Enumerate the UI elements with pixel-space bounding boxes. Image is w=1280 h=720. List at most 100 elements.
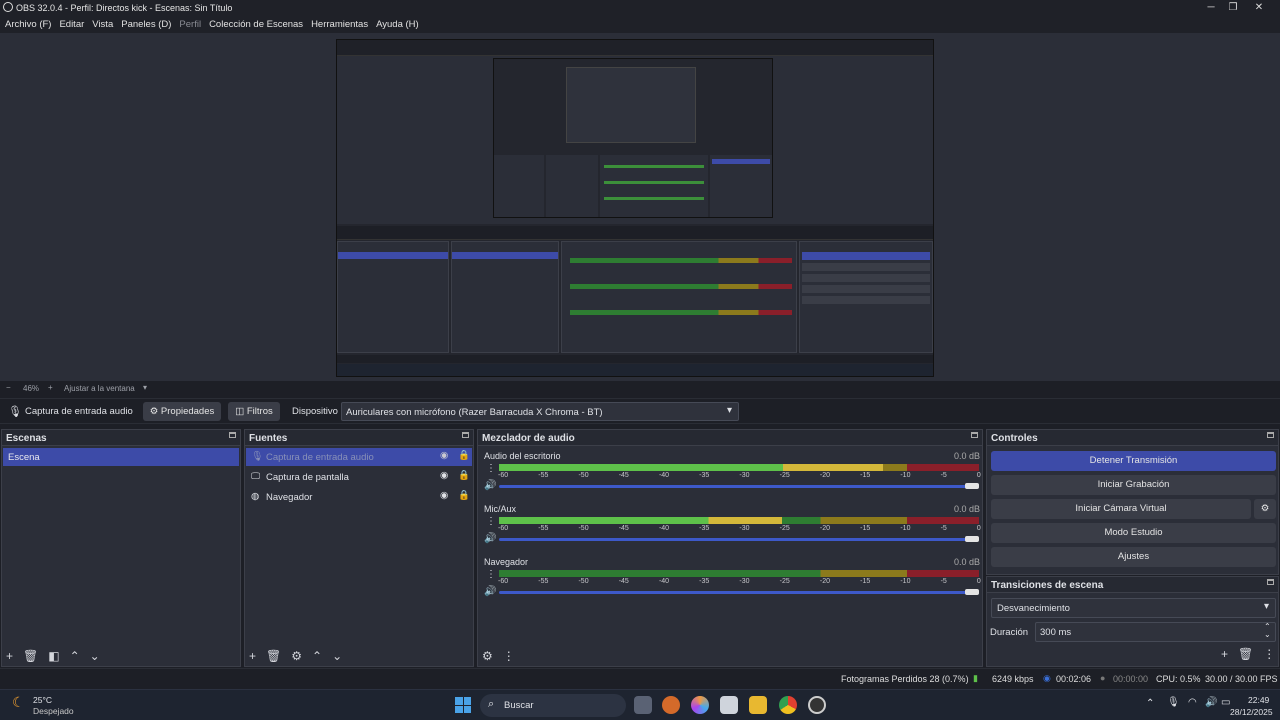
float-icon[interactable] (1267, 432, 1274, 438)
trash-icon[interactable]: 🗑 (266, 649, 281, 663)
kebab-icon[interactable]: ⋮ (486, 463, 496, 474)
app-icon[interactable] (691, 696, 709, 714)
record-time: 00:00:00 (1113, 674, 1149, 684)
speaker-icon[interactable]: 🔊 (484, 480, 496, 491)
channel-name: Mic/Aux (484, 504, 517, 514)
chevron-down-icon[interactable]: ⌄ (1264, 630, 1271, 639)
properties-button[interactable]: ⚙ Propiedades (143, 402, 221, 421)
plus-icon[interactable]: + (1221, 647, 1228, 661)
wifi-icon[interactable]: ◠ (1188, 697, 1197, 708)
source-item[interactable]: ◍ Navegador ◉ 🔒 (246, 488, 472, 506)
menu-paneles[interactable]: Paneles (D) (121, 19, 171, 30)
fps: 30.00 / 30.00 FPS (1205, 674, 1278, 684)
volume-slider[interactable] (499, 483, 979, 489)
volume-slider-handle[interactable] (965, 483, 979, 489)
device-select[interactable]: Auriculares con micrófono (Razer Barracu… (341, 402, 739, 421)
maximize-icon[interactable]: ❐ (1222, 1, 1244, 15)
lock-icon[interactable]: 🔒 (458, 470, 470, 481)
chevron-up-icon[interactable]: ⌃ (1146, 698, 1154, 709)
float-icon[interactable] (1267, 579, 1274, 585)
mirror-meter (604, 181, 704, 184)
stop-stream-button[interactable]: Detener Transmisión (991, 451, 1276, 471)
menu-archivo[interactable]: Archivo (F) (5, 19, 51, 30)
float-icon[interactable] (229, 432, 236, 438)
mirror-inner-preview (566, 67, 696, 143)
scene-item[interactable]: Escena (3, 448, 239, 466)
chrome-icon[interactable] (779, 696, 797, 714)
menu-editar[interactable]: Editar (59, 19, 84, 30)
preview-canvas[interactable] (336, 39, 934, 377)
app-icon[interactable] (662, 696, 680, 714)
volume-slider-handle[interactable] (965, 536, 979, 542)
chevron-up-icon[interactable]: ⌃ (312, 649, 322, 663)
search-box[interactable]: ⌕ Buscar (480, 694, 626, 717)
obs-icon[interactable] (808, 696, 826, 714)
trash-icon[interactable]: 🗑 (23, 649, 38, 663)
tick-label: -50 (578, 525, 589, 532)
plus-icon[interactable]: + (6, 649, 13, 663)
eye-icon[interactable]: ◉ (440, 490, 448, 501)
channel-db: 0.0 dB (954, 504, 981, 514)
transition-select[interactable]: Desvanecimiento ▾ (991, 598, 1276, 618)
lock-icon[interactable]: 🔒 (458, 450, 470, 461)
duration-spinbox[interactable]: 300 ms ⌃ ⌄ (1035, 622, 1276, 642)
gear-icon[interactable]: ⚙ (482, 649, 493, 663)
settings-button[interactable]: Ajustes (991, 547, 1276, 567)
start-virtual-camera-button[interactable]: Iniciar Cámara Virtual (991, 499, 1251, 519)
menu-perfil[interactable]: Perfil (179, 19, 201, 30)
mirror-sources (451, 241, 559, 353)
windows-start-icon[interactable] (455, 697, 471, 713)
kebab-icon[interactable]: ⋮ (503, 649, 515, 663)
float-icon[interactable] (462, 432, 469, 438)
chevron-down-icon[interactable]: ⌄ (332, 649, 342, 663)
microphone-icon[interactable]: 🎙 (1167, 697, 1180, 708)
chevron-up-icon[interactable]: ⌃ (70, 649, 80, 663)
volume-slider[interactable] (499, 589, 979, 595)
start-recording-button[interactable]: Iniciar Grabación (991, 475, 1276, 495)
weather-text: Despejado (33, 706, 74, 716)
minimize-icon[interactable]: ─ (1200, 1, 1222, 15)
kebab-icon[interactable]: ⋮ (1263, 647, 1275, 661)
gear-icon[interactable]: ⚙ (1254, 499, 1276, 519)
trash-icon[interactable]: 🗑 (1238, 647, 1253, 661)
zoom-out-button[interactable]: − (6, 383, 11, 392)
speaker-icon[interactable]: 🔊 (484, 533, 496, 544)
menu-vista[interactable]: Vista (92, 19, 113, 30)
task-view-icon[interactable] (634, 696, 652, 714)
folder-icon[interactable] (749, 696, 767, 714)
chevron-down-icon[interactable]: ▾ (143, 383, 147, 392)
source-item[interactable]: 🎙 Captura de entrada audio ◉ 🔒 (246, 448, 472, 466)
transitions-dock: Transiciones de escena Desvanecimiento ▾… (986, 576, 1279, 667)
volume-slider-handle[interactable] (965, 589, 979, 595)
eye-icon[interactable]: ◉ (440, 450, 448, 461)
gear-icon[interactable]: ⚙ (291, 649, 302, 663)
scenes-header: Escenas (2, 430, 240, 446)
close-icon[interactable]: ✕ (1248, 1, 1270, 15)
clock-time: 22:49 (1248, 695, 1270, 705)
store-icon[interactable] (720, 696, 738, 714)
float-icon[interactable] (971, 432, 978, 438)
filters-button[interactable]: ◫ Filtros (228, 402, 280, 421)
eye-icon[interactable]: ◉ (440, 470, 448, 481)
lock-icon[interactable]: 🔒 (458, 490, 470, 501)
tick-label: 0 (976, 525, 981, 532)
zoom-in-button[interactable]: + (48, 383, 53, 392)
meter-ticks: -60 -55 -50 -45 -40 -35 -30 -25 -20 -15 -10 -5 0 (498, 525, 981, 532)
filter-icon[interactable]: ◧ (48, 649, 59, 663)
volume-slider[interactable] (499, 536, 979, 542)
zoom-fit-option[interactable]: Ajustar a la ventana (64, 384, 135, 393)
studio-mode-button[interactable]: Modo Estudio (991, 523, 1276, 543)
kebab-icon[interactable]: ⋮ (486, 569, 496, 580)
source-item[interactable]: 🖵 Captura de pantalla ◉ 🔒 (246, 468, 472, 486)
menu-ayuda[interactable]: Ayuda (H) (376, 19, 419, 30)
kebab-icon[interactable]: ⋮ (486, 516, 496, 527)
speaker-icon[interactable]: 🔊 (484, 586, 496, 597)
speaker-icon[interactable]: 🔊 (1205, 697, 1217, 708)
tick-label: -20 (819, 578, 830, 585)
menu-herramientas[interactable]: Herramientas (311, 19, 368, 30)
plus-icon[interactable]: + (249, 649, 256, 663)
chevron-down-icon[interactable]: ⌄ (90, 649, 100, 663)
tick-label: -35 (699, 578, 710, 585)
menu-coleccion[interactable]: Colección de Escenas (209, 19, 303, 30)
audio-mixer-dock: Mezclador de audio Audio del escritorio … (477, 429, 983, 667)
